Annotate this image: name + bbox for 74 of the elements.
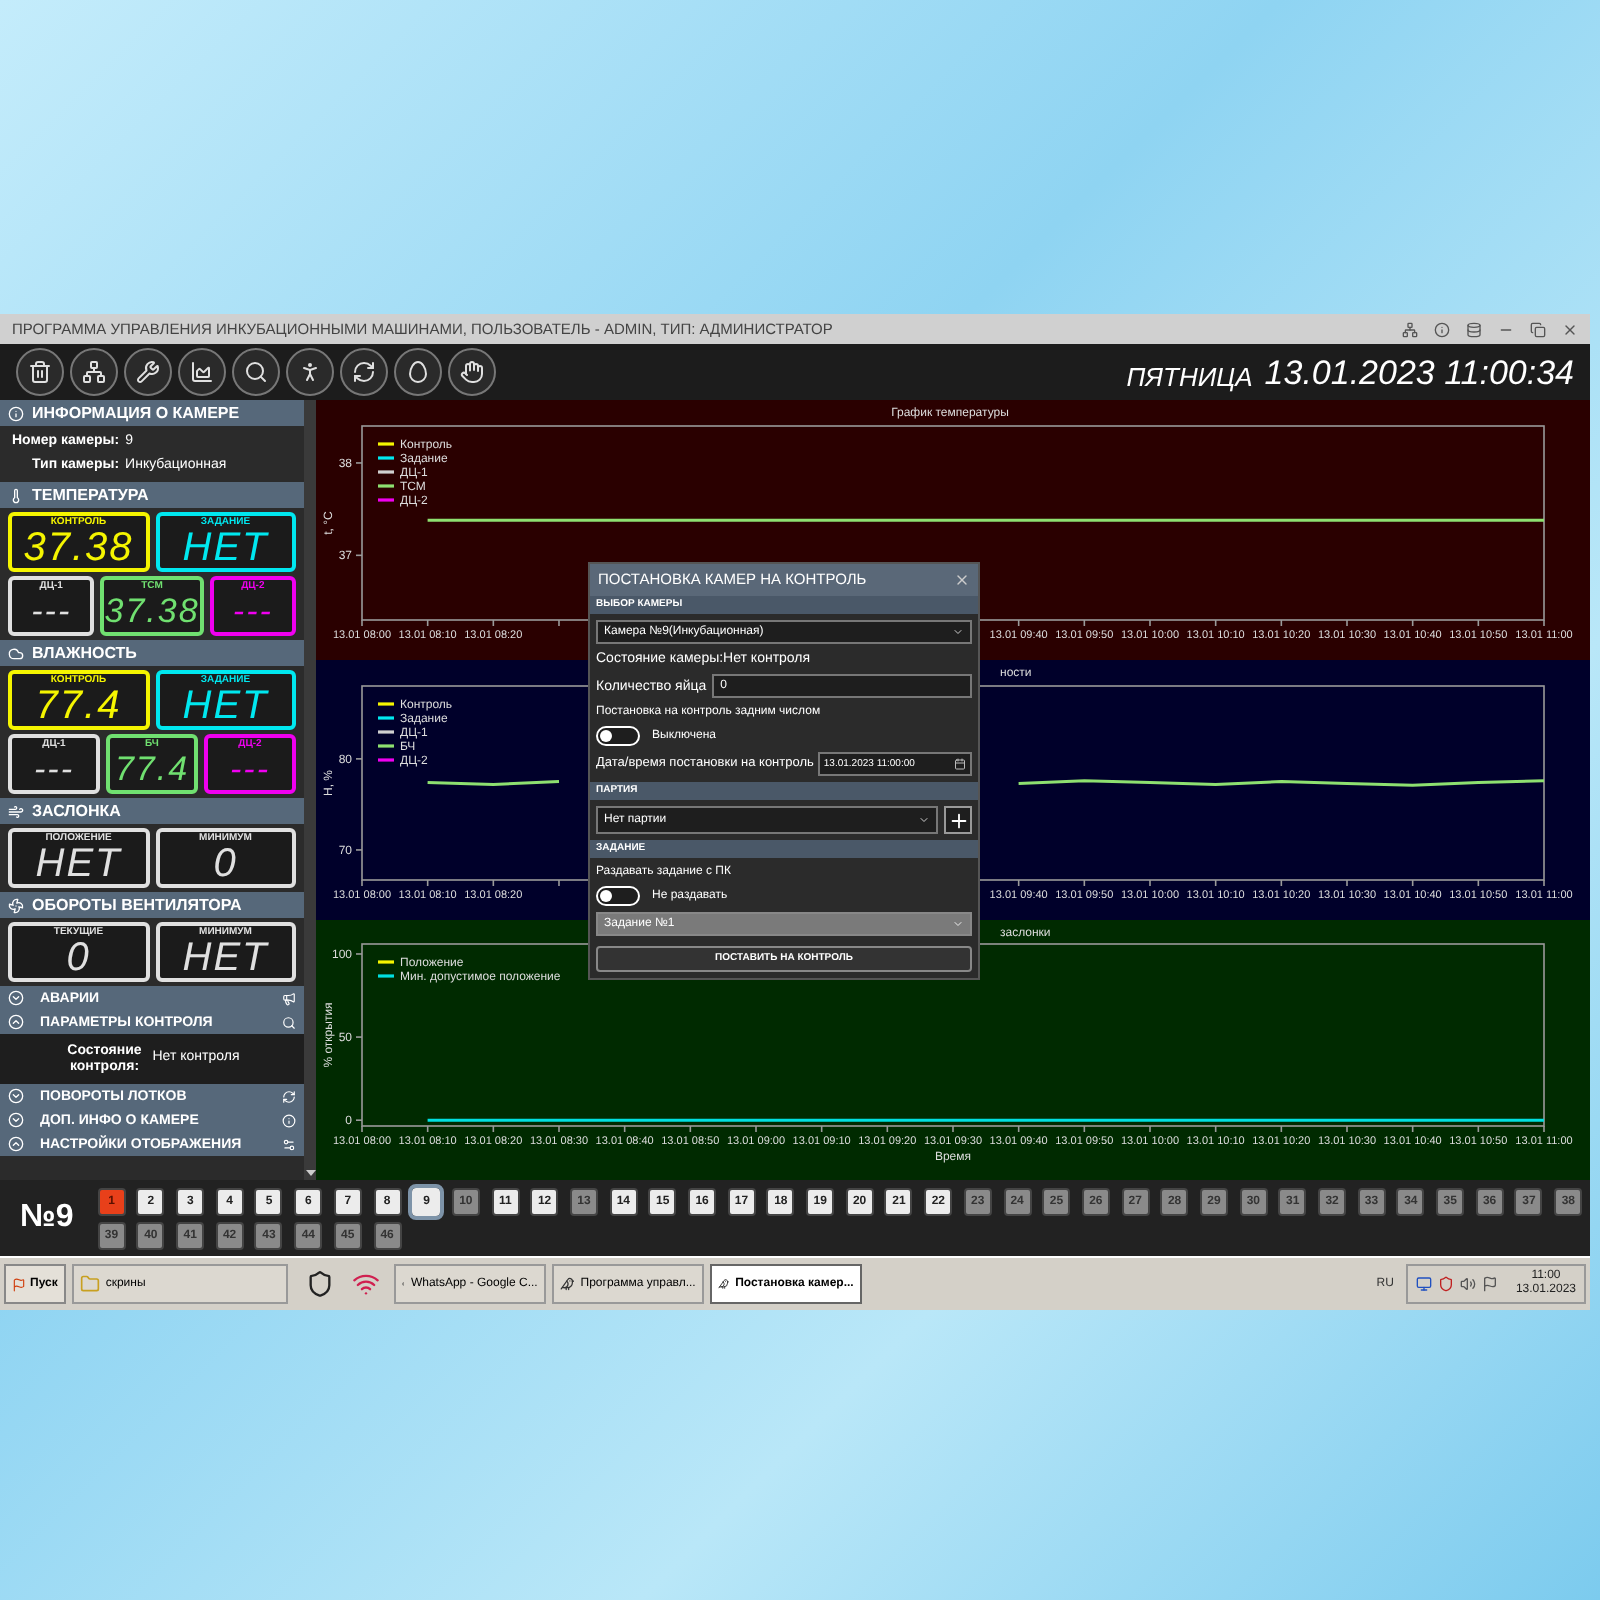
plus-icon: [947, 809, 969, 831]
section-header: ВЛАЖНОСТЬ: [0, 640, 304, 666]
gauge-value: 77.4: [35, 686, 122, 726]
dropdown-icon: [952, 918, 964, 930]
gauge-value: НЕТ: [35, 844, 122, 884]
info-icon: [282, 1113, 296, 1127]
toolbar-button[interactable]: [448, 348, 496, 396]
gauge-value: ---: [232, 592, 273, 632]
current-camera: №9: [20, 1202, 74, 1234]
section-header: ЗАСЛОНКА: [0, 798, 304, 824]
folder-icon: [79, 1274, 100, 1294]
section-header: ИНФОРМАЦИЯ О КАМЕРЕ: [0, 400, 304, 426]
gauge-value: НЕТ: [182, 686, 269, 726]
add-button[interactable]: [944, 806, 972, 834]
refresh-icon: [352, 360, 376, 384]
section-header: ОБОРОТЫ ВЕНТИЛЯТОРА: [0, 892, 304, 918]
gauge-value: 0: [66, 938, 91, 978]
section-header: ТЕМПЕРАТУРА: [0, 482, 304, 508]
dropdown-icon: [952, 626, 964, 638]
network-icon: [82, 360, 106, 384]
gauge-value: 77.4: [114, 750, 190, 790]
info-icon[interactable]: [1434, 321, 1450, 337]
wrench-icon: [136, 360, 160, 384]
flag-icon[interactable]: [1481, 1276, 1498, 1292]
toolbar-button[interactable]: [70, 348, 118, 396]
search-icon: [282, 1015, 296, 1029]
cloud-icon: [8, 645, 24, 661]
refresh-icon: [282, 1089, 296, 1103]
network-icon[interactable]: [1402, 321, 1418, 337]
gauge-value: 0: [213, 844, 238, 884]
toolbar-button[interactable]: [16, 348, 64, 396]
person-icon: [298, 360, 322, 384]
fan-icon: [8, 897, 24, 913]
area-chart-icon: [190, 360, 214, 384]
toggle-switch[interactable]: [596, 886, 640, 906]
toolbar-button[interactable]: [394, 348, 442, 396]
gauge-value: НЕТ: [182, 938, 269, 978]
egg-icon: [406, 360, 430, 384]
gauge-value: ---: [34, 750, 74, 790]
toolbar-button[interactable]: [286, 348, 334, 396]
wifi-icon[interactable]: [351, 1270, 380, 1298]
toggle-switch[interactable]: [596, 726, 640, 746]
bird-icon: [717, 1274, 730, 1294]
gauge-value: НЕТ: [182, 528, 269, 568]
calendar-icon: [954, 758, 966, 770]
wind-icon: [8, 803, 24, 819]
gauge-value: ---: [230, 750, 270, 790]
scrollbar[interactable]: [304, 400, 316, 1180]
toolbar-button[interactable]: [340, 348, 388, 396]
hand-icon: [460, 360, 484, 384]
bird-icon: [559, 1274, 575, 1294]
dropdown-icon: [918, 814, 930, 826]
info-icon: [8, 405, 24, 421]
scroll-down-icon[interactable]: [305, 1170, 315, 1176]
gauge-value: ---: [31, 592, 72, 632]
toolbar-button[interactable]: [232, 348, 280, 396]
shield-icon[interactable]: [305, 1270, 334, 1298]
close-icon[interactable]: [1562, 321, 1578, 337]
search-icon: [244, 360, 268, 384]
toolbar-button[interactable]: [124, 348, 172, 396]
toolbar-button[interactable]: [178, 348, 226, 396]
gauge-value: 37.38: [23, 528, 134, 568]
speaker-icon[interactable]: [1459, 1276, 1476, 1292]
restore-icon[interactable]: [1530, 321, 1546, 337]
weekday-text: ПЯТНИЦА: [1126, 363, 1253, 389]
datetime-text: 13.01.2023 11:00:34: [1264, 355, 1574, 389]
database-icon[interactable]: [1466, 321, 1482, 337]
monitor-icon[interactable]: [1415, 1276, 1432, 1292]
settings-icon: [282, 1137, 296, 1151]
gauge-value: 37.38: [104, 592, 200, 632]
trash-icon: [28, 360, 52, 384]
megaphone-icon: [282, 991, 296, 1005]
thermometer-icon: [8, 487, 24, 503]
flag-icon: [12, 1277, 26, 1291]
